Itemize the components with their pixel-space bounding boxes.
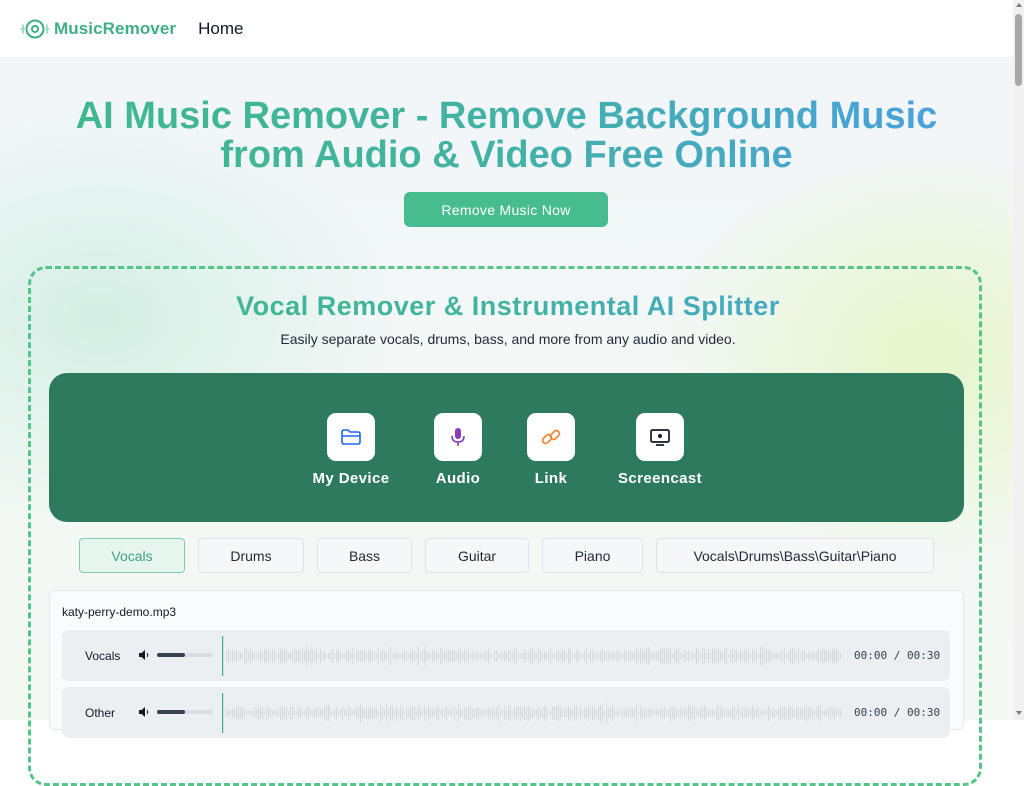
- volume-slider[interactable]: [157, 710, 213, 714]
- track-row: Vocals 00:00 / 00:30: [62, 630, 950, 681]
- logo[interactable]: MusicRemover: [18, 18, 176, 40]
- logo-text: MusicRemover: [54, 18, 177, 38]
- volume-level: [157, 653, 185, 657]
- volume-slider[interactable]: [157, 653, 213, 657]
- tab-piano[interactable]: Piano: [542, 538, 643, 573]
- source-link[interactable]: Link: [496, 413, 606, 487]
- page-title-line-2: from Audio & Video Free Online: [220, 134, 793, 176]
- page-scrollbar[interactable]: [1013, 0, 1024, 720]
- page-title-line-1: AI Music Remover - Remove Background Mus…: [75, 95, 938, 137]
- tab-drums[interactable]: Drums: [198, 538, 304, 573]
- splitter-title: Vocal Remover & Instrumental AI Splitter: [31, 291, 985, 322]
- playhead[interactable]: [222, 693, 224, 733]
- screen-icon: [636, 413, 684, 461]
- file-name: katy-perry-demo.mp3: [62, 605, 177, 619]
- track-time: 00:00 / 00:30: [854, 706, 941, 719]
- tab-guitar[interactable]: Guitar: [425, 538, 529, 573]
- waveform[interactable]: [222, 693, 842, 733]
- track-time: 00:00 / 00:30: [854, 649, 941, 662]
- waveform[interactable]: [222, 636, 842, 676]
- top-navigation: MusicRemover Home: [0, 0, 1013, 57]
- source-screencast-label: Screencast: [617, 470, 703, 487]
- volume-icon[interactable]: [138, 649, 150, 661]
- link-icon: [527, 413, 575, 461]
- remove-music-now-button[interactable]: Remove Music Now: [404, 192, 608, 227]
- tab-vocals[interactable]: Vocals: [79, 538, 185, 573]
- volume-icon[interactable]: [138, 706, 150, 718]
- page-title: AI Music Remover - Remove Background Mus…: [0, 97, 1013, 175]
- scrollbar-thumb[interactable]: [1015, 14, 1022, 86]
- upload-source-panel: My Device Audio Link Screencast: [49, 373, 964, 522]
- logo-icon: [20, 19, 50, 38]
- track-name: Vocals: [85, 649, 121, 663]
- track-row: Other 00:00 / 00:30: [62, 687, 950, 738]
- nav-home-link[interactable]: Home: [198, 19, 243, 39]
- scroll-up-icon[interactable]: [1016, 3, 1022, 7]
- folder-icon: [327, 413, 375, 461]
- scroll-down-icon[interactable]: [1016, 711, 1022, 715]
- source-screencast[interactable]: Screencast: [605, 413, 715, 487]
- microphone-icon: [434, 413, 482, 461]
- source-my-device[interactable]: My Device: [296, 413, 406, 487]
- playhead[interactable]: [222, 636, 224, 676]
- tab-bass[interactable]: Bass: [317, 538, 412, 573]
- tab-all-stems[interactable]: Vocals\Drums\Bass\Guitar\Piano: [656, 538, 934, 573]
- source-my-device-label: My Device: [312, 470, 390, 487]
- source-link-label: Link: [534, 470, 568, 487]
- volume-level: [157, 710, 185, 714]
- splitter-subtitle: Easily separate vocals, drums, bass, and…: [280, 331, 736, 347]
- track-name: Other: [85, 706, 116, 720]
